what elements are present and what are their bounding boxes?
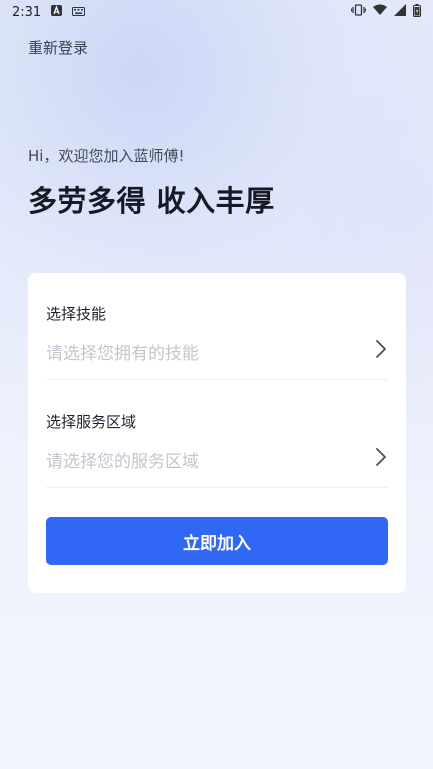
- skill-field: 选择技能 请选择您拥有的技能: [46, 303, 388, 380]
- battery-icon: [413, 3, 421, 21]
- a-notification-icon: [51, 4, 63, 20]
- vibrate-icon: [350, 4, 367, 20]
- status-right: [350, 3, 421, 21]
- area-divider: [46, 487, 388, 488]
- area-select[interactable]: 请选择您的服务区域: [46, 444, 388, 474]
- skill-divider: [46, 379, 388, 380]
- relogin-link[interactable]: 重新登录: [28, 37, 88, 58]
- area-placeholder: 请选择您的服务区域: [46, 451, 199, 472]
- skill-placeholder: 请选择您拥有的技能: [46, 343, 199, 364]
- status-left: 2:31: [12, 4, 86, 20]
- join-form-card: 选择技能 请选择您拥有的技能 选择服务区域 请选择您的服务区域 立即加入: [28, 273, 406, 593]
- status-bar: 2:31: [0, 0, 433, 24]
- status-time: 2:31: [12, 4, 42, 20]
- headline: 多劳多得 收入丰厚: [28, 184, 275, 218]
- skill-select[interactable]: 请选择您拥有的技能: [46, 336, 388, 366]
- join-now-button[interactable]: 立即加入: [46, 517, 388, 565]
- area-field: 选择服务区域 请选择您的服务区域: [46, 411, 388, 488]
- skill-label: 选择技能: [46, 305, 107, 323]
- keyboard-icon: [72, 5, 86, 20]
- signal-icon: [394, 4, 406, 20]
- area-label: 选择服务区域: [46, 413, 137, 431]
- chevron-right-icon: [374, 447, 388, 471]
- wifi-icon: [373, 4, 387, 20]
- greeting-text: Hi，欢迎您加入蓝师傅!: [28, 147, 185, 165]
- chevron-right-icon: [374, 339, 388, 363]
